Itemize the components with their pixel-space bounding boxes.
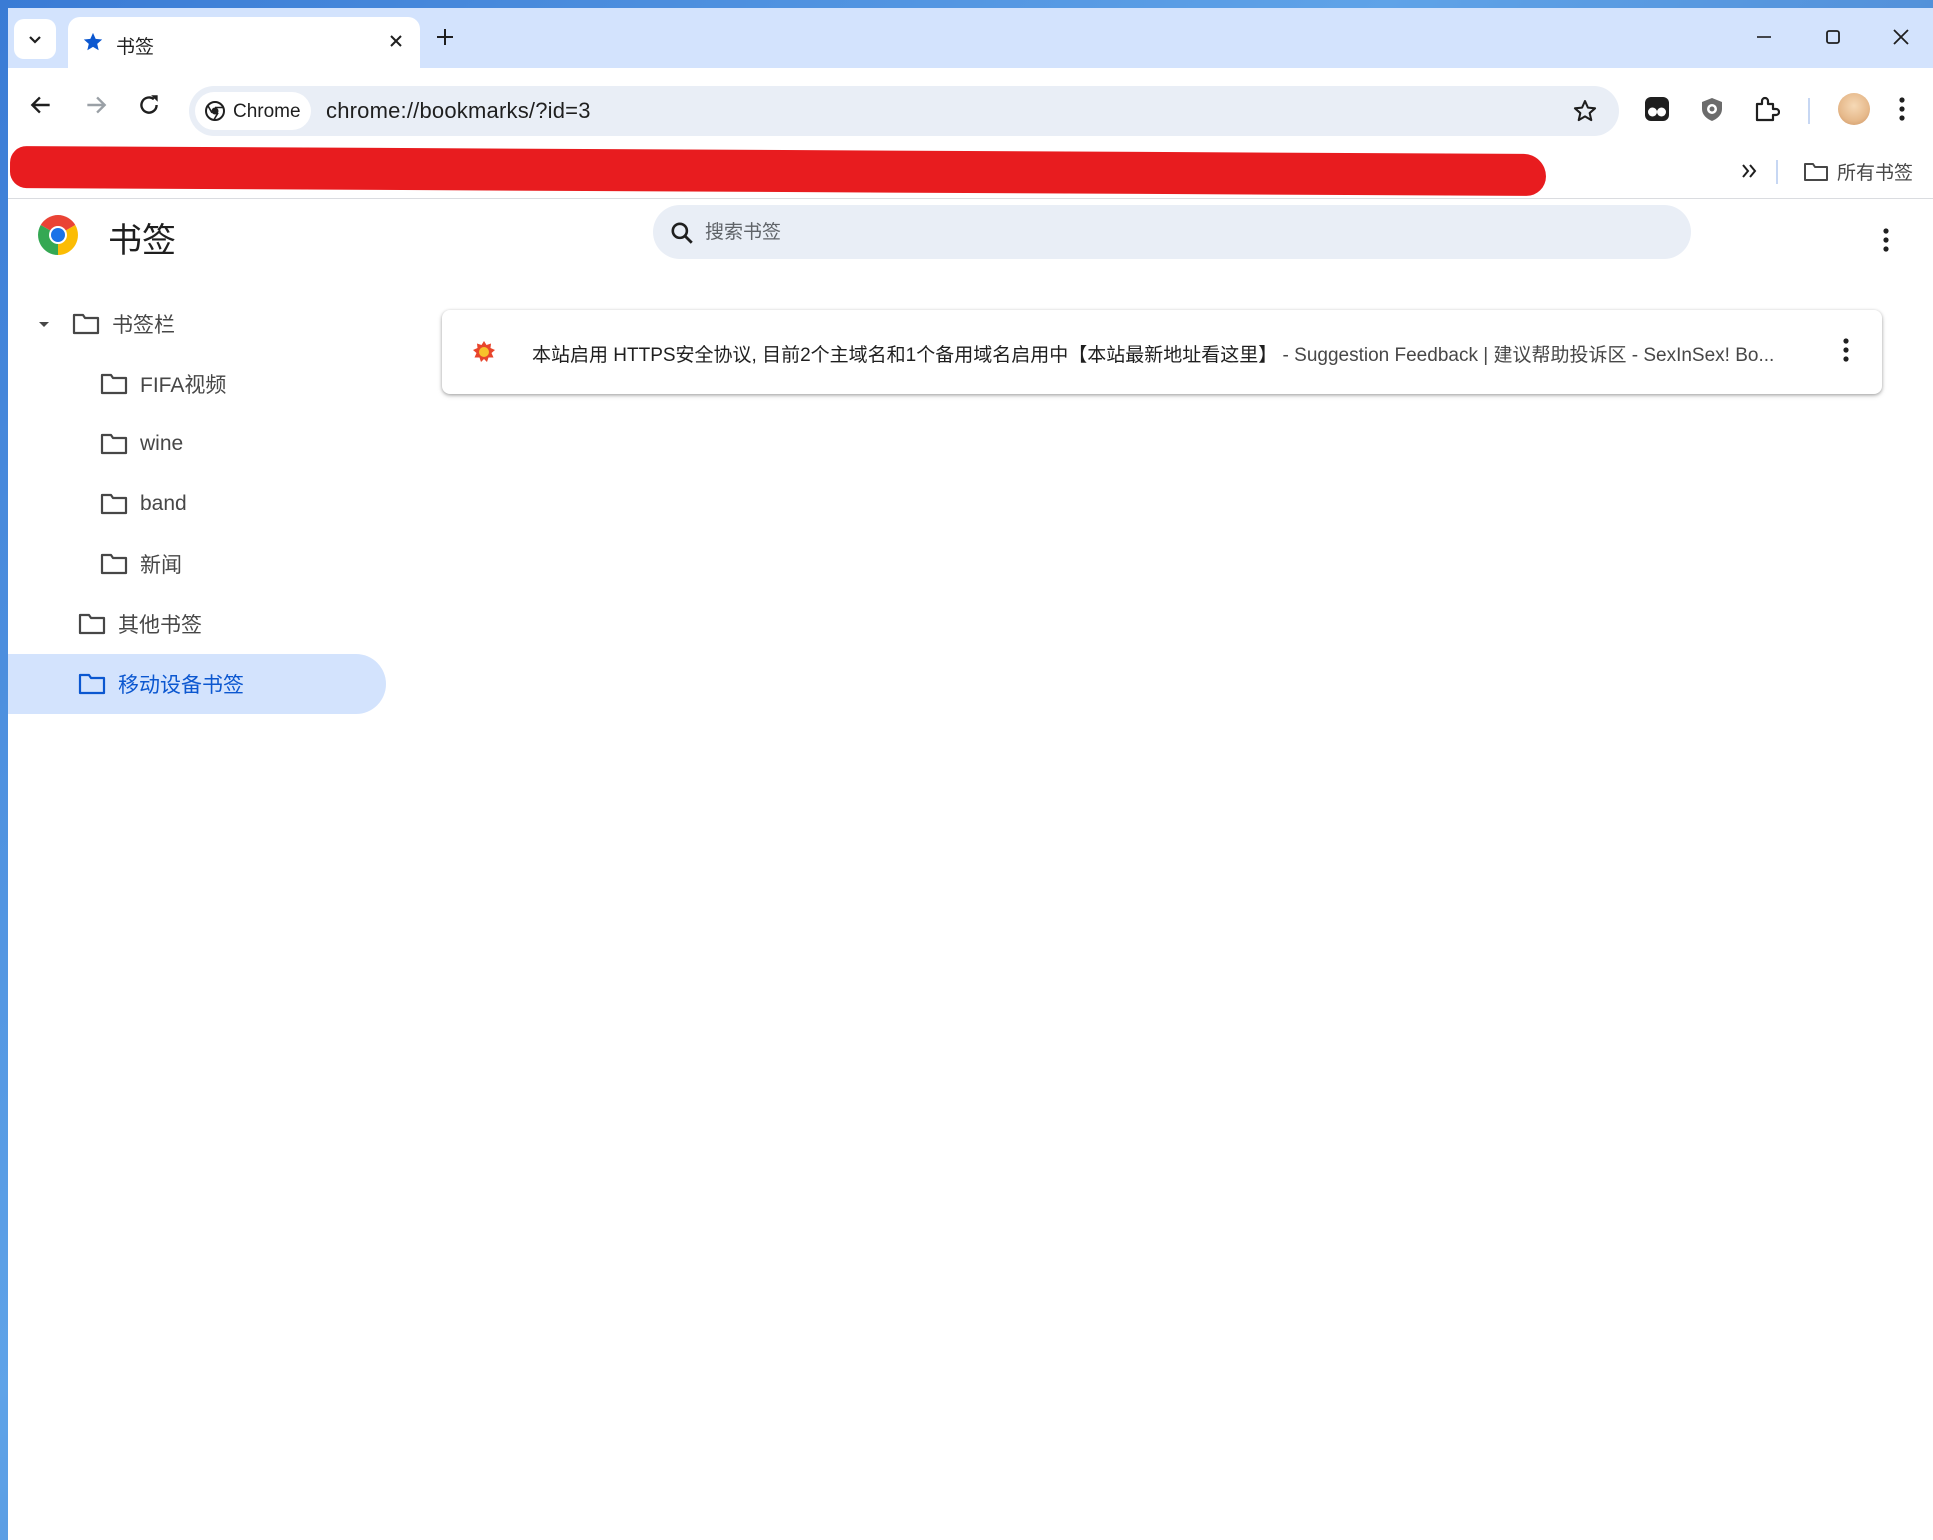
- search-bookmarks-field[interactable]: [653, 205, 1691, 259]
- url-text[interactable]: chrome://bookmarks/?id=3: [326, 98, 591, 124]
- bookmark-url: - Suggestion Feedback | 建议帮助投诉区 - SexInS…: [1282, 345, 1775, 366]
- sidebar-item-mobile-bookmarks[interactable]: 移动设备书签: [8, 654, 386, 714]
- chip-label: Chrome: [233, 101, 301, 122]
- folder-icon: [78, 673, 106, 695]
- sidebar-item-bookmarks-bar[interactable]: 书签栏: [34, 294, 175, 354]
- forward-arrow-icon[interactable]: [83, 92, 109, 118]
- tab-bookmarks[interactable]: 书签: [68, 17, 420, 68]
- sidebar-item-other-bookmarks[interactable]: 其他书签: [78, 594, 202, 654]
- bookmarks-bar-divider: [1776, 160, 1778, 184]
- folder-icon: [100, 373, 128, 395]
- triangle-down-icon[interactable]: [34, 314, 54, 334]
- star-filled-icon: [83, 32, 103, 51]
- bookmark-title-row: 本站启用 HTTPS安全协议, 目前2个主域名和1个备用域名启用中【本站最新地址…: [532, 340, 1774, 367]
- folder-icon: [1804, 162, 1828, 181]
- close-icon[interactable]: [386, 31, 406, 51]
- sidebar-item-band[interactable]: band: [100, 474, 187, 534]
- toolbar: Chrome chrome://bookmarks/?id=3: [8, 68, 1933, 148]
- folder-icon: [100, 493, 128, 515]
- more-vert-icon[interactable]: [1840, 336, 1852, 364]
- extension-tampermonkey-icon[interactable]: [1643, 95, 1671, 123]
- chrome-icon: [205, 101, 225, 121]
- back-arrow-icon[interactable]: [28, 92, 54, 118]
- bookmark-star-icon[interactable]: [1572, 98, 1598, 124]
- double-chevron-right-icon[interactable]: [1738, 160, 1760, 182]
- tab-search-button[interactable]: [14, 19, 56, 59]
- sidebar-item-label: 新闻: [140, 554, 182, 577]
- chevron-down-icon: [29, 36, 41, 44]
- reload-icon[interactable]: [136, 92, 162, 118]
- sidebar-item-label: 移动设备书签: [118, 674, 244, 697]
- site-favicon-icon: [473, 341, 495, 362]
- window-close-icon[interactable]: [1890, 26, 1912, 48]
- address-bar[interactable]: Chrome chrome://bookmarks/?id=3: [189, 86, 1619, 136]
- sidebar-item-label: 其他书签: [118, 614, 202, 637]
- maximize-icon[interactable]: [1822, 26, 1844, 48]
- tab-title: 书签: [116, 37, 155, 58]
- search-icon: [671, 222, 693, 244]
- search-input[interactable]: [703, 215, 1607, 251]
- bookmarks-bar: 所有书签: [8, 145, 1933, 199]
- new-tab-plus-icon[interactable]: [434, 26, 456, 48]
- folder-icon: [78, 613, 106, 635]
- sidebar-item-news[interactable]: 新闻: [100, 534, 182, 594]
- page-title: 书签: [108, 222, 176, 260]
- more-vert-icon[interactable]: [1896, 95, 1908, 123]
- organize-menu-icon[interactable]: [1880, 226, 1892, 254]
- tab-strip: 书签: [8, 8, 1933, 68]
- profile-avatar[interactable]: [1838, 93, 1870, 125]
- chrome-logo-icon: [38, 215, 78, 255]
- sidebar-item-label: FIFA视频: [140, 374, 227, 397]
- sidebar-item-label: 书签栏: [112, 314, 175, 337]
- all-bookmarks-button[interactable]: 所有书签: [1803, 158, 1913, 185]
- sidebar-item-fifa[interactable]: FIFA视频: [100, 354, 226, 414]
- toolbar-divider: [1808, 98, 1810, 124]
- bookmark-item[interactable]: 本站启用 HTTPS安全协议, 目前2个主域名和1个备用域名启用中【本站最新地址…: [442, 310, 1882, 394]
- redaction-mark: [9, 145, 1547, 197]
- sidebar-item-label: band: [140, 492, 187, 515]
- site-info-chip[interactable]: Chrome: [195, 92, 311, 130]
- folder-icon: [72, 313, 100, 335]
- extensions-puzzle-icon[interactable]: [1752, 95, 1780, 123]
- bookmark-title: 本站启用 HTTPS安全协议, 目前2个主域名和1个备用域名启用中【本站最新地址…: [532, 345, 1278, 366]
- sidebar-item-wine[interactable]: wine: [100, 414, 183, 474]
- browser-window: 书签 Chrome chrome://bookmarks/?id=3 所有书签 …: [8, 8, 1933, 1540]
- extension-shield-icon[interactable]: [1698, 95, 1726, 123]
- folder-icon: [100, 553, 128, 575]
- folder-icon: [100, 433, 128, 455]
- all-bookmarks-label: 所有书签: [1837, 163, 1914, 184]
- minimize-icon[interactable]: [1753, 26, 1775, 48]
- sidebar-item-label: wine: [140, 432, 184, 455]
